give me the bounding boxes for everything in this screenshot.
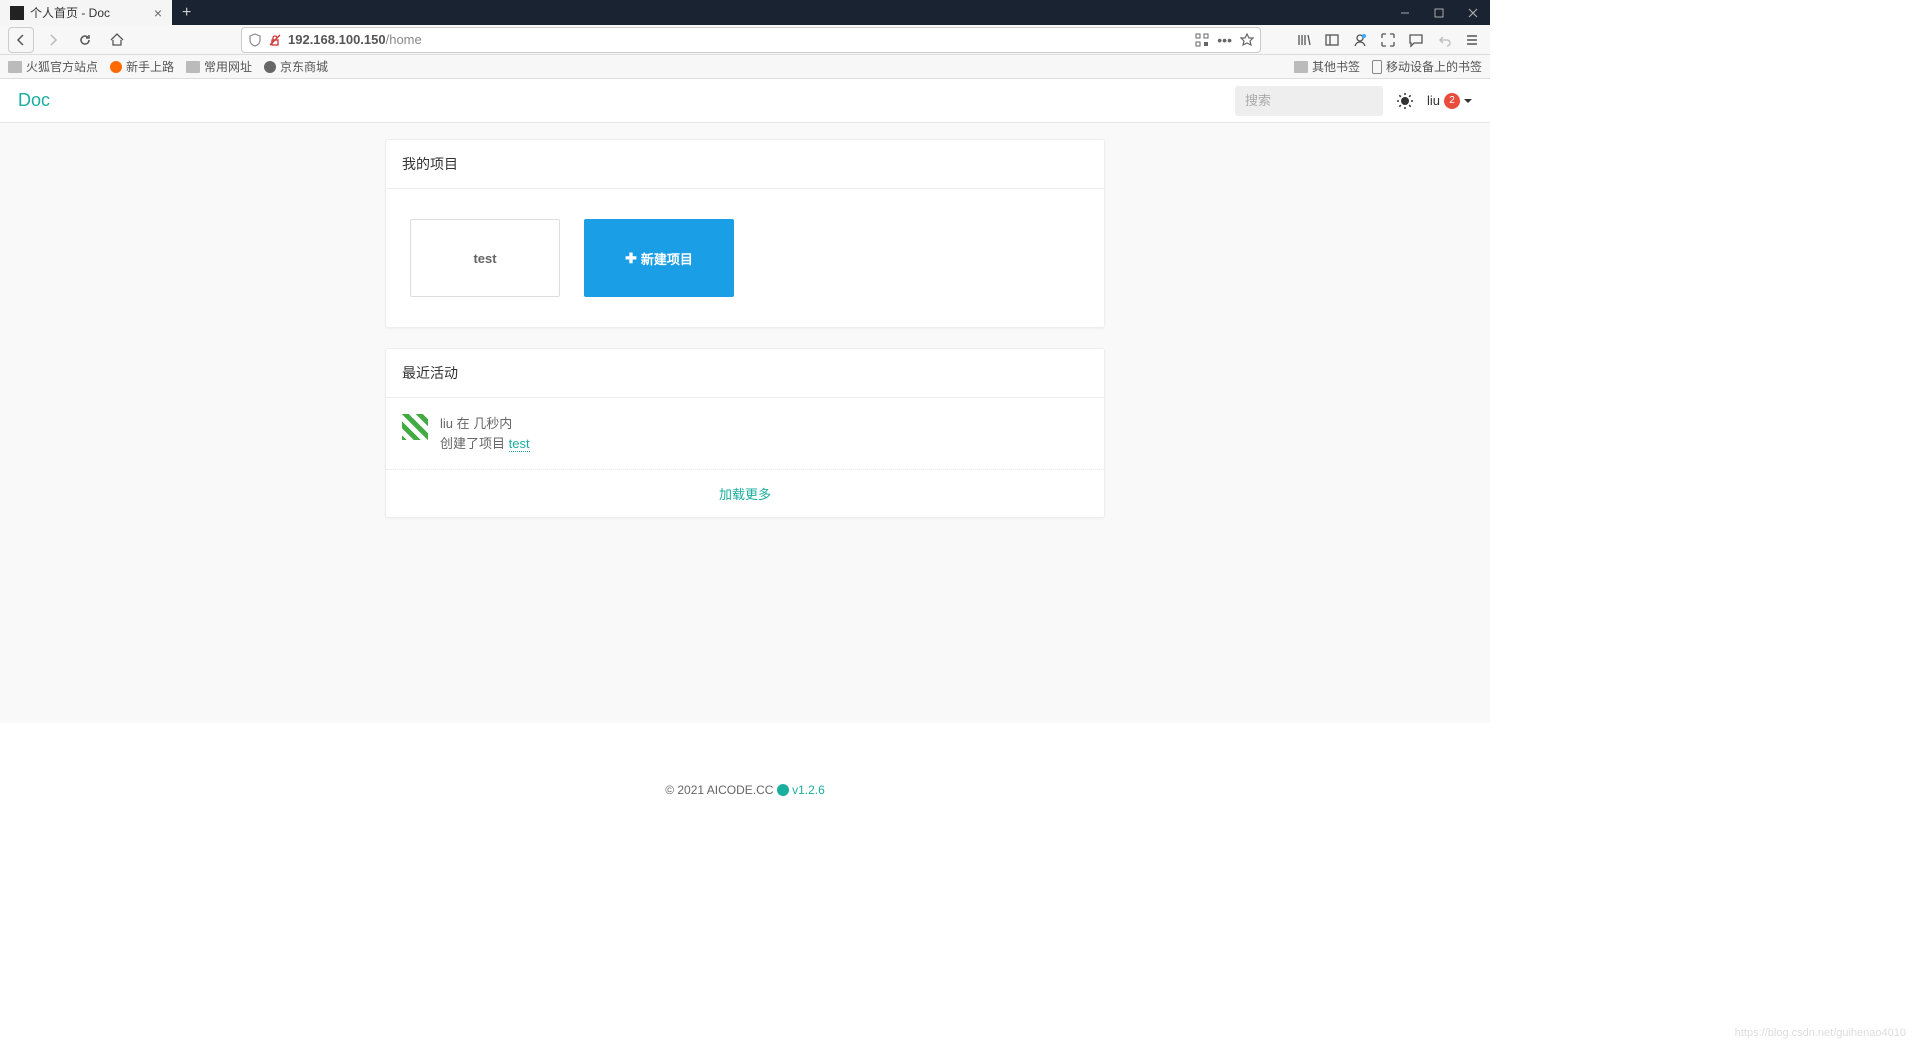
url-bar[interactable]: 192.168.100.150/home •••	[241, 27, 1261, 53]
minimize-button[interactable]	[1388, 0, 1422, 25]
plus-icon: ✚	[625, 250, 637, 267]
load-more-button[interactable]: 加载更多	[386, 470, 1104, 517]
activity-text: liu 在 几秒内 创建了项目 test	[440, 414, 530, 453]
copyright: © 2021 AICODE.CC	[665, 783, 773, 797]
app-logo[interactable]: Doc	[18, 90, 50, 111]
version-link[interactable]: v1.2.6	[792, 783, 825, 797]
close-button[interactable]	[1456, 0, 1490, 25]
new-tab-button[interactable]: +	[172, 4, 201, 22]
browser-toolbar-right	[1296, 32, 1482, 48]
maximize-button[interactable]	[1422, 0, 1456, 25]
page-icon	[10, 6, 24, 20]
notification-badge: 2	[1444, 93, 1460, 109]
reload-button[interactable]	[72, 27, 98, 53]
bookmark-item[interactable]: 常用网址	[186, 58, 252, 75]
activity-card: 最近活动 liu 在 几秒内 创建了项目 test 加载更多	[385, 348, 1105, 518]
footer: © 2021 AICODE.CC v1.2.6	[0, 723, 1490, 807]
other-bookmarks[interactable]: 其他书签	[1294, 58, 1360, 75]
search-input[interactable]	[1235, 86, 1383, 116]
account-icon[interactable]	[1352, 32, 1370, 48]
insecure-lock-icon[interactable]	[268, 33, 282, 47]
shield-icon[interactable]	[248, 33, 262, 47]
browser-navbar: 192.168.100.150/home •••	[0, 25, 1490, 55]
undo-icon[interactable]	[1436, 32, 1454, 48]
forward-button[interactable]	[40, 27, 66, 53]
user-name: liu	[1427, 93, 1440, 108]
project-name: test	[473, 251, 496, 266]
main-content: 我的项目 test ✚ 新建项目 最近活动 liu 在 几秒内 创建了项目 te…	[0, 123, 1490, 723]
tab-title: 个人首页 - Doc	[30, 4, 110, 21]
qr-icon[interactable]	[1195, 33, 1209, 47]
activity-link[interactable]: test	[509, 436, 530, 452]
watermark: https://blog.csdn.net/guihenao4010	[1735, 1027, 1906, 1039]
menu-icon[interactable]	[1464, 32, 1482, 48]
bookmark-star-icon[interactable]	[1240, 33, 1254, 47]
new-project-label: 新建项目	[641, 249, 693, 268]
browser-tab[interactable]: 个人首页 - Doc ×	[0, 0, 172, 25]
projects-card: 我的项目 test ✚ 新建项目	[385, 139, 1105, 328]
bookmark-item[interactable]: 京东商城	[264, 58, 328, 75]
back-button[interactable]	[8, 27, 34, 53]
mobile-bookmarks[interactable]: 移动设备上的书签	[1372, 58, 1482, 75]
folder-icon	[186, 61, 200, 73]
project-tile[interactable]: test	[410, 219, 560, 297]
theme-toggle-icon[interactable]	[1395, 91, 1415, 111]
new-project-button[interactable]: ✚ 新建项目	[584, 219, 734, 297]
library-icon[interactable]	[1296, 32, 1314, 48]
sidebar-icon[interactable]	[1324, 32, 1342, 48]
mobile-icon	[1372, 60, 1382, 74]
screenshot-icon[interactable]	[1380, 32, 1398, 48]
activity-title: 最近活动	[386, 349, 1104, 398]
bookmark-item[interactable]: 火狐官方站点	[8, 58, 98, 75]
tab-close-icon[interactable]: ×	[154, 5, 162, 21]
chat-icon[interactable]	[1408, 32, 1426, 48]
user-menu[interactable]: liu 2	[1427, 93, 1472, 109]
window-controls	[1388, 0, 1490, 25]
firefox-icon	[110, 61, 122, 73]
activity-item: liu 在 几秒内 创建了项目 test	[386, 398, 1104, 470]
folder-icon	[1294, 61, 1308, 73]
avatar	[402, 414, 428, 440]
app-header: Doc liu 2	[0, 79, 1490, 123]
bookmark-item[interactable]: 新手上路	[110, 58, 174, 75]
globe-icon	[264, 61, 276, 73]
browser-titlebar: 个人首页 - Doc × +	[0, 0, 1490, 25]
github-icon[interactable]	[777, 784, 789, 796]
page-actions-icon[interactable]: •••	[1217, 32, 1232, 48]
bookmarks-bar: 火狐官方站点 新手上路 常用网址 京东商城 其他书签 移动设备上的书签	[0, 55, 1490, 79]
home-button[interactable]	[104, 27, 130, 53]
projects-title: 我的项目	[386, 140, 1104, 189]
url-text: 192.168.100.150/home	[288, 32, 1189, 47]
chevron-down-icon	[1464, 99, 1472, 103]
folder-icon	[8, 61, 22, 73]
